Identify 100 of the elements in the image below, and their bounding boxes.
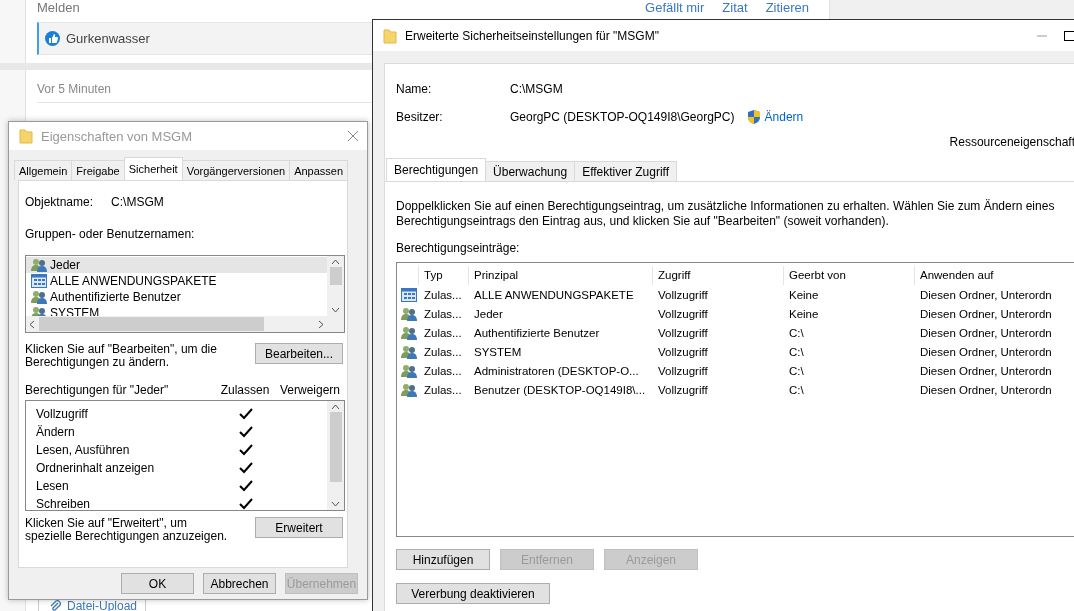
scrollbar-thumb[interactable] xyxy=(329,412,342,482)
table-cell-text: Authentifizierte Benutzer xyxy=(473,326,601,339)
vertical-scrollbar[interactable] xyxy=(327,256,344,316)
table-cell-text: Vollzugriff xyxy=(657,307,709,320)
inheritance-button[interactable]: Vererbung deaktivieren xyxy=(396,583,550,604)
permission-name: Ordnerinhalt anzeigen xyxy=(36,461,156,475)
user-name[interactable]: Gurkenwasser xyxy=(66,31,150,46)
column-header[interactable]: Geerbt von xyxy=(784,266,915,285)
post-action-link[interactable]: Zitieren xyxy=(765,0,809,15)
chevron-down-icon[interactable] xyxy=(331,501,340,507)
users-icon xyxy=(401,362,417,379)
chevron-up-icon[interactable] xyxy=(331,259,340,265)
column-header: Verweigern xyxy=(278,383,341,397)
table-cell-text: C:\ xyxy=(788,383,805,396)
permission-name: Schreiben xyxy=(36,497,92,510)
table-cell-text: Diesen Ordner, Unterordn xyxy=(919,383,1053,396)
table-cell-text: Vollzugriff xyxy=(657,326,709,339)
chevron-down-icon[interactable] xyxy=(331,307,340,313)
section-label: Berechtigungen für "Jeder" xyxy=(25,383,170,397)
post-action-link[interactable]: Zitat xyxy=(722,0,748,15)
table-cell-text: C:\ xyxy=(788,326,805,339)
column-header[interactable]: Prinzipal xyxy=(469,266,653,285)
list-item[interactable]: Authentifizierte Benutzer xyxy=(26,289,327,305)
edit-button[interactable]: Bearbeiten... xyxy=(255,343,343,364)
list-item[interactable]: ALLE ANWENDUNGSPAKETE xyxy=(26,273,327,289)
table-cell-text: Jeder xyxy=(473,307,504,320)
table-cell-text: SYSTEM xyxy=(473,345,523,358)
close-icon[interactable] xyxy=(347,130,359,142)
table-cell-text: C:\ xyxy=(788,345,805,358)
window-title: Eigenschaften von MSGM xyxy=(41,128,194,144)
tab[interactable]: Berechtigungen xyxy=(386,158,487,181)
tab[interactable]: Überwachung xyxy=(485,161,576,181)
tab[interactable]: Anpassen xyxy=(289,160,349,180)
table-cell-text: Diesen Ordner, Unterordn xyxy=(919,307,1053,320)
section-label: Gruppen- oder Benutzernamen: xyxy=(25,227,196,241)
app-grid-icon xyxy=(31,273,47,289)
table-cell-text: Zulas... xyxy=(423,288,463,301)
column-header[interactable]: Typ xyxy=(419,266,469,285)
action-button[interactable]: Hinzufügen xyxy=(396,549,490,570)
column-header[interactable]: Anwenden auf xyxy=(915,266,1074,285)
table-cell-text: Diesen Ordner, Unterordn xyxy=(919,364,1053,377)
dialog-button[interactable]: OK xyxy=(121,573,194,594)
chevron-left-icon[interactable] xyxy=(29,319,35,329)
column-header[interactable]: Zugriff xyxy=(653,266,784,285)
hint-text: Klicken Sie auf "Erweitert", um spezielle Berechtigungen anzuzeigen. xyxy=(25,517,229,543)
table-cell-text: Zulas... xyxy=(423,326,463,339)
table-cell-text: Administratoren (DESKTOP-O... xyxy=(473,364,640,377)
report-link[interactable]: Melden xyxy=(37,0,80,15)
permission-name: Lesen, Ausführen xyxy=(36,443,131,457)
table-cell-text: Vollzugriff xyxy=(657,383,709,396)
shield-icon xyxy=(746,109,761,125)
folder-icon xyxy=(383,27,397,44)
scrollbar-thumb[interactable] xyxy=(329,267,342,285)
users-icon xyxy=(401,324,417,341)
table-cell-text: Diesen Ordner, Unterordn xyxy=(919,326,1053,339)
maximize-icon[interactable] xyxy=(1064,30,1074,41)
table-cell-text: Keine xyxy=(788,288,820,301)
tab[interactable]: Allgemein xyxy=(14,160,73,180)
scrollbar-thumb[interactable] xyxy=(39,317,264,331)
chevron-right-icon[interactable] xyxy=(318,319,324,329)
users-icon xyxy=(401,343,417,360)
change-link[interactable]: Ändern xyxy=(764,110,804,124)
horizontal-scrollbar[interactable] xyxy=(26,316,327,332)
tab[interactable]: Freigabe xyxy=(71,160,125,180)
permission-name: Vollzugriff xyxy=(36,407,89,421)
instruction-text: Doppelklicken Sie auf einen Berechtigungseintrag, um zusätzliche Informationen zu erhalten. Wählen Sie zum Ändern eines Berechtigungseintrags den Eintrag aus, und klicken Sie auf "Bearbeiten" (soweit vorhanden). xyxy=(396,199,1056,229)
table-cell-text: Diesen Ordner, Unterordn xyxy=(919,345,1053,358)
dialog-button[interactable]: Abbrechen xyxy=(203,573,276,594)
table-cell-text: Diesen Ordner, Unterordn xyxy=(919,288,1053,301)
window-title: Erweiterte Sicherheitseinstellungen für "MSGM" xyxy=(405,28,660,43)
field-value: GeorgPC (DESKTOP-OQ149I8\GeorgPC) xyxy=(510,110,735,124)
advanced-button[interactable]: Erweitert xyxy=(255,517,343,538)
field-value: C:\MSGM xyxy=(510,82,563,96)
tab[interactable]: Sicherheit xyxy=(123,157,183,180)
resource-properties-label: Ressourceneigenschaft xyxy=(948,135,1074,149)
table-cell-text: Zulas... xyxy=(423,345,463,358)
table-cell-text: Vollzugriff xyxy=(657,288,709,301)
table-cell-text: Keine xyxy=(788,307,820,320)
list-item[interactable]: Jeder xyxy=(26,257,327,273)
permission-name: Ändern xyxy=(36,425,76,439)
tab[interactable]: Vorgängerversionen xyxy=(181,160,291,180)
app-grid-icon xyxy=(401,286,417,303)
users-icon xyxy=(401,381,417,398)
table-cell-text: Zulas... xyxy=(423,364,463,377)
thumbs-up-icon xyxy=(45,31,60,46)
table-cell-text: Zulas... xyxy=(423,383,463,396)
table-cell-text: Vollzugriff xyxy=(657,364,709,377)
tab[interactable]: Effektiver Zugriff xyxy=(574,161,678,181)
table-cell-text: Vollzugriff xyxy=(657,345,709,358)
permission-name: Lesen xyxy=(36,479,70,493)
table-cell-text: ALLE ANWENDUNGSPAKETE xyxy=(473,288,635,301)
post-action-link[interactable]: Gefällt mir xyxy=(645,0,705,15)
table-cell-text: C:\ xyxy=(788,364,805,377)
table-cell-text: Zulas... xyxy=(423,307,463,320)
hint-text: Klicken Sie auf "Bearbeiten", um die Berechtigungen zu ändern. xyxy=(25,343,218,369)
chevron-up-icon[interactable] xyxy=(331,404,340,410)
field-label: Besitzer: xyxy=(396,110,444,124)
field-value: C:\MSGM xyxy=(111,195,164,209)
users-icon xyxy=(401,305,417,322)
vertical-scrollbar[interactable] xyxy=(327,401,344,510)
